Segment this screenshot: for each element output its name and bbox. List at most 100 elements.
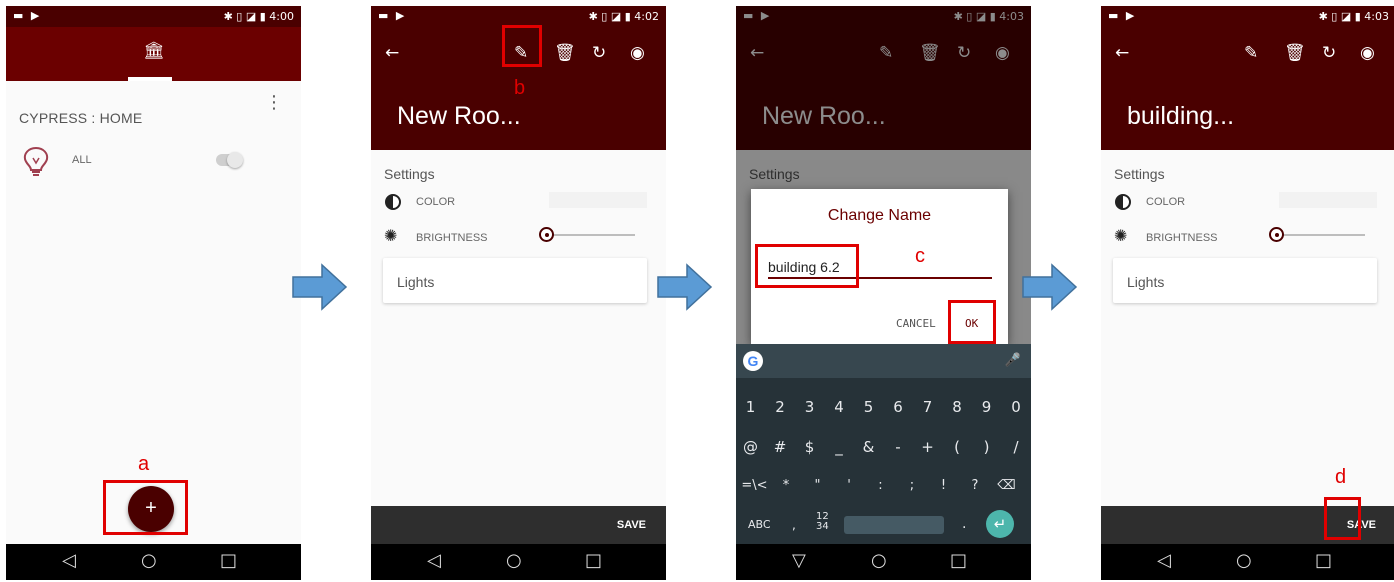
settings-label: Settings (1114, 166, 1165, 182)
annotation-box-ok (948, 300, 996, 344)
contrast-icon (1115, 194, 1131, 210)
keyboard-key[interactable]: @ (736, 438, 765, 456)
keyboard-row-symbols: @ # $ _ & - +() / (736, 438, 1031, 468)
keyboard-key[interactable]: ) (972, 438, 1001, 456)
radio-target-icon[interactable]: ◉ (630, 43, 645, 63)
nav-recent-icon[interactable]: □ (585, 550, 602, 571)
keyboard-key[interactable]: 7 (913, 398, 942, 416)
keyboard-key[interactable]: 0 (1002, 398, 1031, 416)
keyboard-key[interactable]: $ (795, 438, 824, 456)
keyboard-key[interactable]: 9 (972, 398, 1001, 416)
status-bar: ▬ ▶ ✱ ▯ ◪ ▮ 4:02 (371, 6, 666, 27)
keyboard-suggestion-bar: G 🎤 (736, 344, 1031, 378)
annotation-box-d (1324, 497, 1361, 540)
key-numbers[interactable]: 12 34 (816, 512, 829, 532)
keyboard-key[interactable]: 1 (736, 398, 765, 416)
key-enter[interactable]: ↵ (986, 510, 1014, 538)
keyboard-key[interactable]: : (866, 478, 895, 493)
bank-icon[interactable]: 🏛 (143, 41, 165, 61)
keyboard-key[interactable]: ; (898, 478, 927, 493)
nav-recent-icon[interactable]: □ (1315, 550, 1332, 571)
nav-back-icon[interactable]: ◁ (1157, 550, 1171, 571)
toggle-knob (227, 152, 243, 168)
nav-recent-icon[interactable]: □ (950, 550, 967, 571)
pencil-icon[interactable]: ✎ (1244, 43, 1258, 63)
more-menu-icon[interactable]: ⋮ (265, 93, 283, 111)
color-label: COLOR (416, 196, 456, 208)
nav-hide-keyboard-icon[interactable]: ▽ (792, 550, 806, 571)
key-abc[interactable]: ABC (748, 518, 771, 531)
refresh-icon[interactable]: ↻ (592, 43, 606, 63)
arrow-left-icon[interactable]: ← (385, 43, 399, 63)
trash-icon[interactable]: 🗑 (1284, 43, 1306, 63)
keyboard-key[interactable]: _ (825, 438, 854, 456)
clock: 4:02 (634, 10, 659, 23)
key-period[interactable]: . (962, 516, 966, 532)
nav-back-icon[interactable]: ◁ (62, 550, 76, 571)
keyboard-key[interactable]: 4 (825, 398, 854, 416)
brightness-slider[interactable] (545, 234, 635, 236)
color-swatch[interactable] (549, 192, 647, 208)
keyboard-key[interactable]: / (1002, 438, 1031, 456)
key-comma[interactable]: , (792, 518, 796, 532)
lights-label: Lights (1127, 274, 1165, 290)
color-swatch[interactable] (1279, 192, 1377, 208)
nav-home-icon[interactable]: ○ (871, 550, 887, 571)
brightness-slider-thumb[interactable] (539, 227, 554, 242)
dialog-title: Change Name (827, 207, 932, 224)
keyboard-key[interactable]: 5 (854, 398, 883, 416)
lights-card[interactable]: Lights (383, 258, 647, 303)
all-lights-toggle[interactable] (216, 152, 243, 168)
nav-home-icon[interactable]: ○ (1236, 550, 1252, 571)
brightness-icon: ✺ (384, 228, 398, 245)
contrast-icon (385, 194, 401, 210)
nav-recent-icon[interactable]: □ (220, 550, 237, 571)
flow-arrow-icon (657, 263, 713, 311)
keyboard-key[interactable]: ? (961, 478, 990, 493)
key-space[interactable] (844, 516, 944, 534)
lights-label: Lights (397, 274, 435, 290)
cancel-button[interactable]: CANCEL (896, 317, 936, 330)
keyboard-key[interactable]: =\< (740, 478, 769, 493)
all-label: ALL (72, 154, 92, 166)
keyboard-key[interactable]: # (766, 438, 795, 456)
keyboard-key[interactable]: 3 (795, 398, 824, 416)
keyboard-key[interactable]: 8 (943, 398, 972, 416)
radio-target-icon[interactable]: ◉ (1360, 43, 1375, 63)
home-tab-bar: 🏛 (6, 27, 301, 81)
arrow-left-icon[interactable]: ← (1115, 43, 1129, 63)
keyboard-key[interactable]: ' (835, 478, 864, 493)
brightness-slider-thumb[interactable] (1269, 227, 1284, 242)
settings-label: Settings (384, 166, 435, 182)
keyboard-key[interactable]: " (803, 478, 832, 493)
keyboard-key[interactable]: 2 (766, 398, 795, 416)
lights-card[interactable]: Lights (1113, 258, 1377, 303)
annotation-label-b: b (514, 77, 526, 99)
save-button[interactable]: SAVE (617, 519, 646, 531)
keyboard-key[interactable]: * (772, 478, 801, 493)
keyboard-key[interactable]: ⌫ (992, 478, 1021, 493)
room-name: building... (1127, 102, 1235, 130)
keyboard-key[interactable]: - (884, 438, 913, 456)
keyboard-key[interactable]: ! (929, 478, 958, 493)
trash-icon[interactable]: 🗑 (554, 43, 576, 63)
keyboard: G 🎤 1234567890 @ # $ _ & - +() / =\< * " ':;!? ⌫ AB… (736, 344, 1031, 544)
notification-icons: ▬ ▶ (1108, 9, 1137, 22)
keyboard-row-numbers: 1234567890 (736, 398, 1031, 428)
brightness-slider[interactable] (1275, 234, 1365, 236)
keyboard-key[interactable]: & (854, 438, 883, 456)
keyboard-key[interactable]: 6 (884, 398, 913, 416)
keyboard-bottom-row: ABC , 12 34 . ↵ (736, 510, 1031, 544)
keyboard-key[interactable]: + (913, 438, 942, 456)
nav-home-icon[interactable]: ○ (506, 550, 522, 571)
nav-back-icon[interactable]: ◁ (427, 550, 441, 571)
annotation-label-c: c (915, 245, 925, 267)
nav-bar: ◁ ○ □ (371, 544, 666, 580)
refresh-icon[interactable]: ↻ (1322, 43, 1336, 63)
status-right: ✱ ▯ ◪ ▮ 4:00 (223, 10, 294, 23)
google-icon[interactable]: G (743, 351, 763, 371)
microphone-icon[interactable]: 🎤 (1005, 353, 1021, 368)
keyboard-key[interactable]: ( (943, 438, 972, 456)
nav-home-icon[interactable]: ○ (141, 550, 157, 571)
notification-icons: ▬ ▶ (13, 9, 42, 22)
